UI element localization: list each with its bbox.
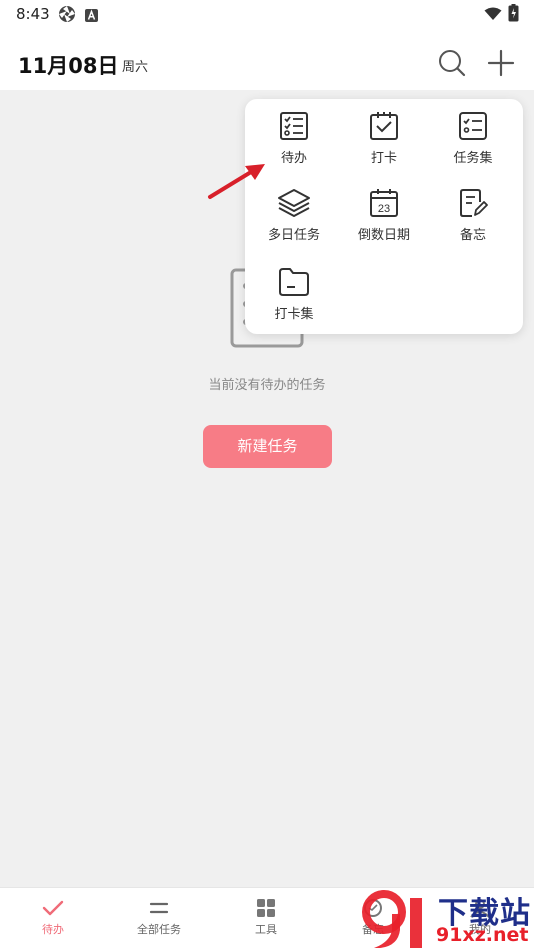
- app-header: 11月08日 周六: [0, 28, 534, 90]
- tab-label: 工具: [255, 923, 277, 936]
- check-icon: [42, 900, 64, 916]
- tab-tools[interactable]: 工具: [213, 888, 319, 950]
- new-task-button[interactable]: 新建任务: [203, 425, 332, 468]
- page-title-date: 11月08日: [18, 54, 119, 78]
- menu-item-label: 倒数日期: [357, 228, 410, 243]
- tab-label: 待办: [42, 923, 64, 936]
- calendar-23-icon: 23: [370, 189, 398, 217]
- annotation-arrow-icon: [208, 164, 265, 199]
- layers-icon: [278, 189, 310, 217]
- status-time: 8:43: [16, 5, 50, 23]
- wifi-icon: [484, 6, 502, 25]
- app-a-icon: [85, 7, 98, 26]
- grid-icon: [257, 899, 275, 917]
- svg-text:23: 23: [378, 203, 390, 215]
- add-icon[interactable]: [486, 48, 516, 78]
- menu-item-label: 多日任务: [267, 228, 320, 243]
- watermark-logo-icon: [362, 890, 422, 948]
- search-icon[interactable]: [437, 48, 467, 78]
- tab-todo[interactable]: 待办: [0, 888, 106, 950]
- menu-item-checkin[interactable]: 打卡: [339, 111, 429, 181]
- memo-edit-icon: [460, 189, 488, 217]
- checkin-icon: [370, 112, 398, 140]
- list-lines-icon: [149, 902, 169, 914]
- menu-item-label: 打卡: [370, 151, 397, 166]
- task-set-icon: [459, 112, 487, 140]
- tab-all-tasks[interactable]: 全部任务: [106, 888, 212, 950]
- menu-item-label: 备忘: [459, 228, 486, 243]
- create-menu-popup: 待办 打卡 任务集 多日任务 23 倒数日期 备忘 打卡集: [245, 99, 523, 334]
- menu-item-label: 打卡集: [274, 307, 314, 322]
- battery-icon: [508, 4, 519, 26]
- empty-state-text: 当前没有待办的任务: [208, 378, 326, 393]
- menu-item-countdown[interactable]: 23 倒数日期: [339, 188, 429, 258]
- menu-item-memo[interactable]: 备忘: [428, 188, 518, 258]
- watermark: 下载站 91xz.net: [360, 888, 534, 950]
- weekday-label: 周六: [122, 60, 149, 75]
- status-bar: 8:43: [0, 0, 534, 28]
- aperture-icon: [58, 5, 76, 27]
- menu-item-label: 任务集: [453, 151, 493, 166]
- watermark-bottom-text: 91xz.net: [436, 924, 529, 946]
- folder-icon: [279, 268, 309, 296]
- tab-label: 全部任务: [137, 923, 181, 936]
- todo-list-icon: [280, 112, 308, 140]
- menu-item-checkin-set[interactable]: 打卡集: [249, 267, 339, 337]
- menu-item-task-set[interactable]: 任务集: [428, 111, 518, 181]
